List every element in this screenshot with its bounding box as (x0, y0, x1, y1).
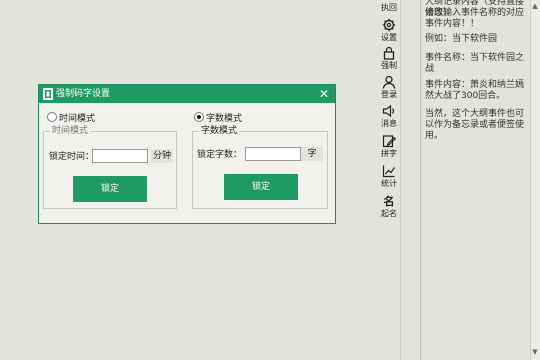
word-mode-label: 字数模式 (206, 114, 243, 124)
time-group-title: 时间模式 (50, 126, 91, 137)
info-line: 事件名称：当下软件园之战 (425, 53, 525, 74)
return-label: 执回 (381, 3, 397, 12)
message-label: 消息 (381, 119, 397, 128)
word-group-title: 字数模式 (199, 126, 240, 137)
app-icon (43, 88, 53, 100)
settings-tool[interactable]: 设置 (378, 18, 400, 42)
minutes-unit: 分钟 (151, 149, 173, 163)
dialog-titlebar[interactable]: 强制码字设置 ✕ (39, 85, 335, 103)
info-line: 事件内容：萧炎和纳兰嫣然大战了300回合。 (425, 80, 525, 101)
lock-time-input[interactable] (92, 149, 148, 163)
time-mode-label: 时间模式 (59, 114, 96, 124)
return-tool[interactable]: 执回 (378, 2, 400, 12)
user-icon (382, 75, 396, 89)
chart-icon (382, 165, 395, 178)
force-typing-settings-dialog: 强制码字设置 ✕ 时间模式 字数模式 时间模式 锁定时间： 分钟 锁定 字数模式… (38, 84, 336, 224)
stats-tool[interactable]: 统计 (378, 164, 400, 188)
login-label: 登录 (381, 90, 397, 99)
time-mode-radio[interactable]: 时间模式 (47, 112, 95, 124)
info-line: 例如：当下软件园 (425, 34, 498, 44)
side-toolbar: 执回 设置 强制 登录 消息 拼字 统计 名 起名 (378, 0, 401, 360)
radio-unchecked-icon[interactable] (47, 112, 57, 122)
force-tool[interactable]: 强制 (378, 46, 400, 70)
word-mode-group: 字数模式 锁定字数： 字 锁定 (192, 126, 328, 209)
edit-icon (382, 135, 396, 148)
force-label: 强制 (381, 61, 397, 70)
info-line: 当然，这个大纲事件也可以作为备忘录或者便签使用。 (425, 109, 525, 141)
close-icon[interactable]: ✕ (319, 86, 329, 102)
stats-label: 统计 (381, 179, 397, 188)
scrollbar[interactable] (530, 0, 540, 360)
lock-time-label: 锁定时间： (49, 152, 95, 162)
lock-time-button[interactable]: 锁定 (73, 176, 147, 202)
words-unit: 字 (301, 147, 323, 161)
dialog-title: 强制码字设置 (56, 89, 111, 99)
naming-label: 起名 (381, 209, 397, 218)
scroll-down-arrow-icon[interactable]: ▼ (531, 348, 539, 356)
info-line: 请您输入事件名称的对应事件内容！！ (425, 8, 525, 29)
settings-label: 设置 (381, 33, 397, 42)
lock-words-button[interactable]: 锁定 (224, 174, 298, 200)
word-mode-radio[interactable]: 字数模式 (194, 112, 242, 124)
lock-icon (383, 46, 395, 60)
radio-checked-icon[interactable] (194, 112, 204, 122)
lock-words-input[interactable] (245, 147, 301, 161)
login-tool[interactable]: 登录 (378, 75, 400, 99)
gear-icon (382, 18, 396, 32)
message-tool[interactable]: 消息 (378, 104, 400, 128)
naming-glyph-icon: 名 (383, 195, 395, 208)
typing-label: 拼字 (381, 149, 397, 158)
time-mode-group: 时间模式 锁定时间： 分钟 锁定 (43, 126, 177, 209)
outline-info-panel[interactable]: 大纲记录内容（支持直接修改） 请您输入事件名称的对应事件内容！！ 例如：当下软件… (420, 0, 531, 360)
naming-tool[interactable]: 名 起名 (378, 195, 400, 219)
speaker-icon (382, 104, 395, 118)
typing-tool[interactable]: 拼字 (378, 134, 400, 158)
lock-words-label: 锁定字数： (197, 150, 243, 160)
scroll-up-arrow-icon[interactable]: ▲ (531, 2, 539, 10)
